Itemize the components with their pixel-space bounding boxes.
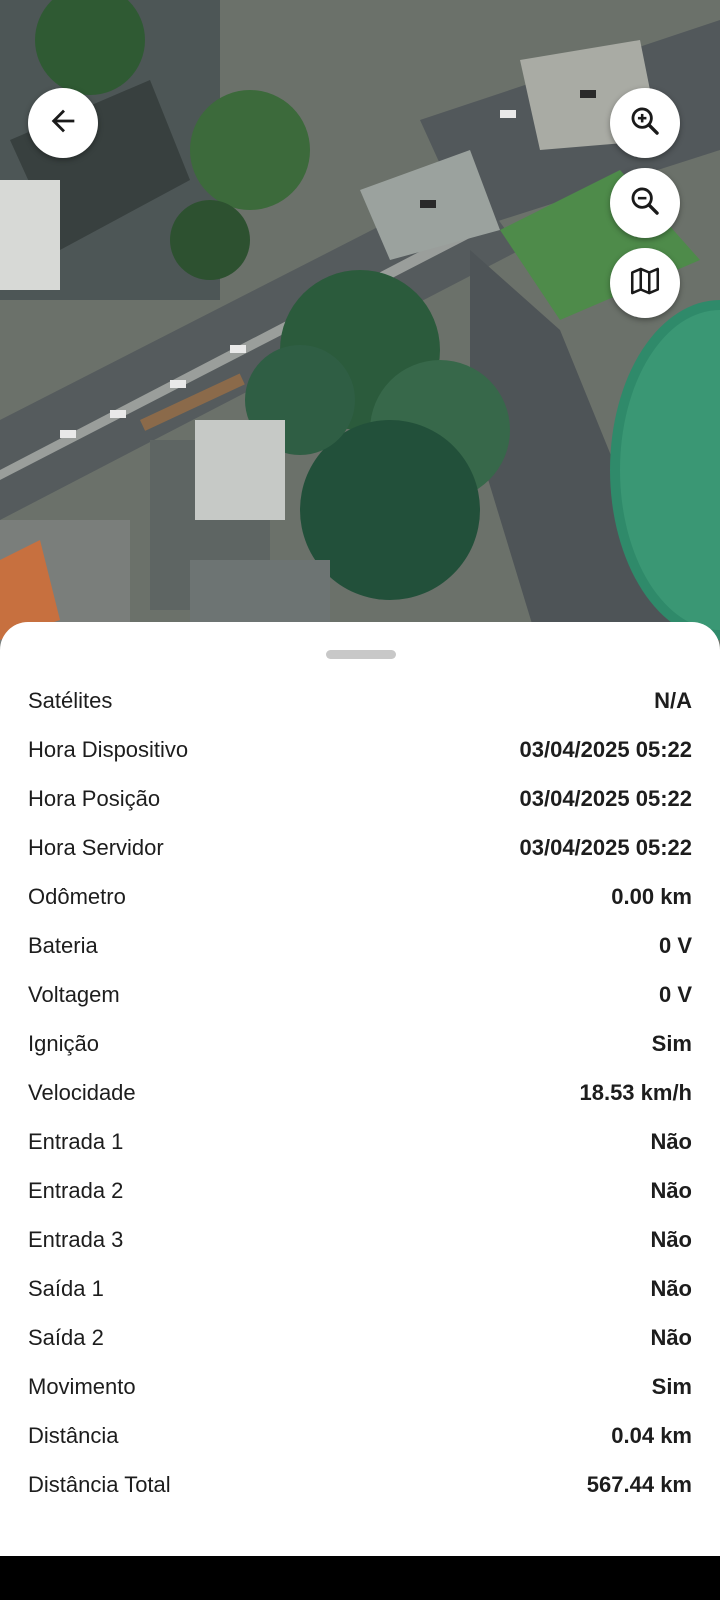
detail-value: Não — [650, 1275, 692, 1301]
detail-value: 0 V — [658, 981, 692, 1007]
detail-label: Ignição — [28, 1030, 99, 1056]
detail-value: N/A — [654, 687, 692, 713]
detail-label: Movimento — [28, 1373, 136, 1399]
detail-label: Distância — [28, 1422, 119, 1448]
zoom-out-button[interactable] — [610, 168, 680, 238]
detail-row-hora-servidor: Hora Servidor 03/04/2025 05:22 — [28, 823, 692, 872]
detail-label: Hora Dispositivo — [28, 736, 189, 762]
detail-label: Distância Total — [28, 1471, 171, 1497]
map-layers-button[interactable] — [610, 248, 680, 318]
detail-label: Velocidade — [28, 1079, 136, 1105]
detail-label: Hora Posição — [28, 785, 161, 811]
detail-label: Entrada 2 — [28, 1177, 124, 1203]
detail-value: Não — [650, 1324, 692, 1350]
detail-value: 18.53 km/h — [579, 1079, 692, 1105]
detail-row-distancia: Distância 0.04 km — [28, 1411, 692, 1460]
detail-row-distancia-total: Distância Total 567.44 km — [28, 1460, 692, 1509]
detail-row-hora-dispositivo: Hora Dispositivo 03/04/2025 05:22 — [28, 725, 692, 774]
zoom-in-button[interactable] — [610, 88, 680, 158]
detail-value: 03/04/2025 05:22 — [519, 834, 693, 860]
detail-value: Sim — [651, 1373, 692, 1399]
detail-label: Saída 1 — [28, 1275, 104, 1301]
detail-row-movimento: Movimento Sim — [28, 1362, 692, 1411]
zoom-out-icon — [628, 184, 662, 223]
detail-row-ignicao: Ignição Sim — [28, 1019, 692, 1068]
detail-value: 567.44 km — [586, 1471, 692, 1497]
detail-label: Bateria — [28, 932, 98, 958]
detail-row-odometro: Odômetro 0.00 km — [28, 872, 692, 921]
detail-row-saida-1: Saída 1 Não — [28, 1264, 692, 1313]
detail-value: Não — [650, 1128, 692, 1154]
detail-label: Entrada 1 — [28, 1128, 124, 1154]
detail-row-bateria: Bateria 0 V — [28, 921, 692, 970]
detail-value: Não — [650, 1177, 692, 1203]
detail-row-saida-2: Saída 2 Não — [28, 1313, 692, 1362]
device-details-sheet: Satélites N/A Hora Dispositivo 03/04/2025 … — [0, 622, 720, 1556]
detail-value: Sim — [651, 1030, 692, 1056]
detail-row-hora-posicao: Hora Posição 03/04/2025 05:22 — [28, 774, 692, 823]
detail-value: 03/04/2025 05:22 — [519, 785, 693, 811]
sheet-drag-handle[interactable] — [326, 650, 396, 659]
detail-value: 0 V — [658, 932, 692, 958]
system-navigation-bar — [0, 1556, 720, 1600]
detail-row-entrada-1: Entrada 1 Não — [28, 1117, 692, 1166]
detail-value: Não — [650, 1226, 692, 1252]
satellite-map[interactable] — [0, 0, 720, 650]
back-button[interactable] — [28, 88, 98, 158]
map-icon — [628, 264, 662, 303]
zoom-in-icon — [628, 104, 662, 143]
detail-label: Voltagem — [28, 981, 120, 1007]
detail-row-satelites: Satélites N/A — [28, 676, 692, 725]
map-imagery — [0, 0, 720, 650]
detail-row-entrada-3: Entrada 3 Não — [28, 1215, 692, 1264]
detail-value: 0.04 km — [611, 1422, 692, 1448]
arrow-left-icon — [46, 104, 80, 143]
detail-label: Saída 2 — [28, 1324, 104, 1350]
detail-value: 0.00 km — [611, 883, 692, 909]
detail-row-entrada-2: Entrada 2 Não — [28, 1166, 692, 1215]
detail-label: Odômetro — [28, 883, 126, 909]
detail-label: Satélites — [28, 687, 113, 713]
detail-value: 03/04/2025 05:22 — [519, 736, 693, 762]
detail-row-velocidade: Velocidade 18.53 km/h — [28, 1068, 692, 1117]
details-list: Satélites N/A Hora Dispositivo 03/04/2025 … — [28, 676, 692, 1509]
detail-row-voltagem: Voltagem 0 V — [28, 970, 692, 1019]
detail-label: Entrada 3 — [28, 1226, 124, 1252]
detail-label: Hora Servidor — [28, 834, 164, 860]
